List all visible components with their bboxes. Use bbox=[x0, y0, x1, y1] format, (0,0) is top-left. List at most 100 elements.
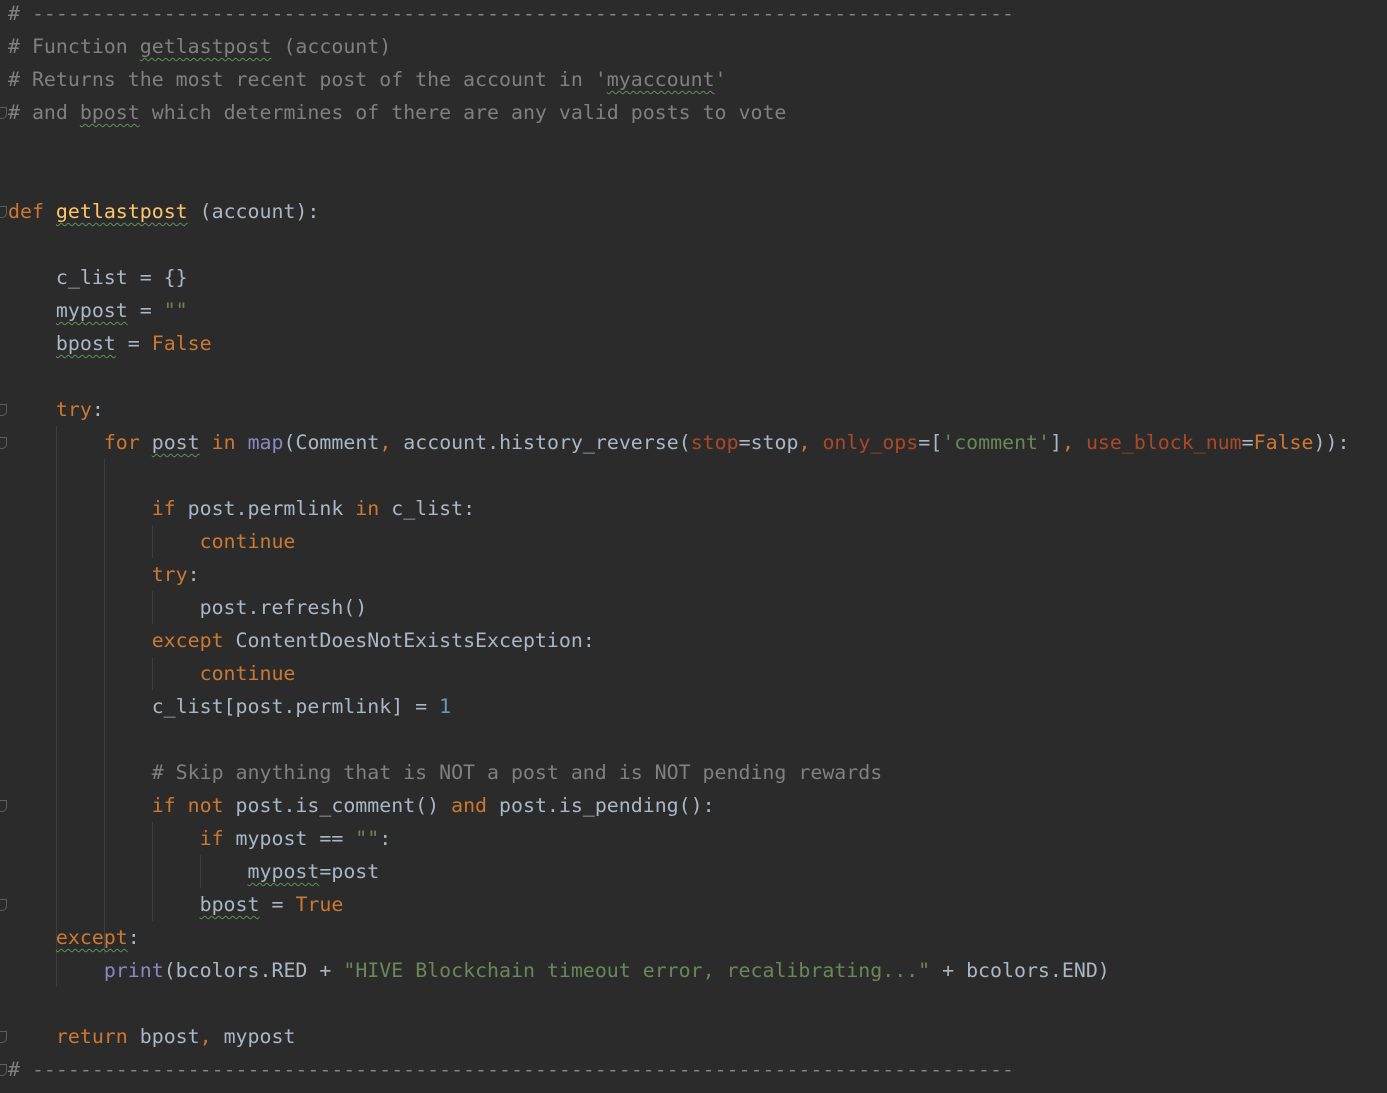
fold-marker-icon[interactable] bbox=[0, 206, 7, 218]
code-token: return bbox=[55, 1025, 128, 1048]
code-token: continue bbox=[199, 530, 296, 553]
code-token: in bbox=[211, 431, 236, 454]
code-token: account.history_reverse( bbox=[391, 431, 691, 454]
code-editor[interactable]: # --------------------------------------… bbox=[0, 0, 1387, 1093]
code-line[interactable]: except: bbox=[8, 921, 140, 954]
code-token: if bbox=[199, 827, 224, 850]
code-line[interactable]: mypost=post bbox=[8, 855, 380, 888]
code-token: : bbox=[379, 827, 392, 850]
code-line[interactable]: # Returns the most recent post of the ac… bbox=[8, 63, 727, 96]
code-line[interactable]: continue bbox=[8, 525, 296, 558]
code-token: bpost bbox=[55, 332, 116, 355]
code-line[interactable]: # --------------------------------------… bbox=[8, 0, 1014, 30]
code-token: mypost == bbox=[223, 827, 356, 850]
code-line[interactable]: if mypost == "": bbox=[8, 822, 392, 855]
code-line[interactable]: return bpost, mypost bbox=[8, 1020, 296, 1053]
code-token: bpost bbox=[199, 893, 260, 916]
code-token: (account): bbox=[187, 200, 320, 223]
code-line[interactable]: # --------------------------------------… bbox=[8, 1053, 1014, 1086]
code-line[interactable]: try: bbox=[8, 393, 104, 426]
code-token: except bbox=[151, 629, 224, 652]
code-token: + bcolors.END) bbox=[930, 959, 1110, 982]
code-token: = bbox=[115, 332, 152, 355]
code-line[interactable]: mypost = "" bbox=[8, 294, 188, 327]
code-token: : bbox=[91, 398, 104, 421]
code-line[interactable]: c_list = {} bbox=[8, 261, 188, 294]
code-token: not bbox=[187, 794, 224, 817]
code-token: # --------------------------------------… bbox=[8, 1058, 1014, 1081]
code-token: , bbox=[798, 431, 811, 454]
code-token: # Function bbox=[8, 35, 140, 58]
code-token: ContentDoesNotExistsException: bbox=[223, 629, 595, 652]
fold-marker-icon[interactable] bbox=[0, 107, 7, 119]
fold-marker-icon[interactable] bbox=[0, 899, 7, 911]
code-line[interactable]: print(bcolors.RED + "HIVE Blockchain tim… bbox=[8, 954, 1110, 987]
code-line[interactable]: continue bbox=[8, 657, 296, 690]
code-token: c_list: bbox=[379, 497, 476, 520]
code-token: c_list[post.permlink] = bbox=[8, 695, 440, 718]
code-token: , bbox=[199, 1025, 212, 1048]
code-line[interactable]: if not post.is_comment() and post.is_pen… bbox=[8, 789, 715, 822]
code-token: # Skip anything that is NOT a post and i… bbox=[151, 761, 883, 784]
code-token: ' bbox=[714, 68, 727, 91]
fold-marker-icon[interactable] bbox=[0, 1064, 7, 1076]
fold-marker-icon[interactable] bbox=[0, 437, 7, 449]
code-token: getlastpost bbox=[139, 35, 272, 58]
code-line[interactable]: if post.permlink in c_list: bbox=[8, 492, 475, 525]
code-token: print bbox=[103, 959, 164, 982]
code-token: in bbox=[355, 497, 380, 520]
fold-marker-icon[interactable] bbox=[0, 800, 7, 812]
code-line[interactable]: # Function getlastpost (account) bbox=[8, 30, 391, 63]
code-token: if bbox=[151, 497, 176, 520]
code-line[interactable]: post.refresh() bbox=[8, 591, 368, 624]
code-token: # --------------------------------------… bbox=[8, 2, 1014, 25]
code-line[interactable]: c_list[post.permlink] = 1 bbox=[8, 690, 451, 723]
code-token: post.permlink bbox=[175, 497, 356, 520]
code-line[interactable]: except ContentDoesNotExistsException: bbox=[8, 624, 595, 657]
code-token: mypost bbox=[247, 860, 320, 883]
code-token: True bbox=[295, 893, 344, 916]
code-token: try bbox=[55, 398, 92, 421]
code-token: (account) bbox=[271, 35, 392, 58]
code-token: myaccount bbox=[606, 68, 715, 91]
code-token: , bbox=[379, 431, 392, 454]
fold-marker-icon[interactable] bbox=[0, 404, 7, 416]
code-line[interactable]: for post in map(Comment, account.history… bbox=[8, 426, 1350, 459]
code-token: : bbox=[187, 563, 200, 586]
fold-marker-icon[interactable] bbox=[0, 1031, 7, 1043]
code-line[interactable]: try: bbox=[8, 558, 200, 591]
code-token: = bbox=[127, 299, 164, 322]
code-line[interactable]: # and bpost which determines of there ar… bbox=[8, 96, 786, 129]
code-token: , bbox=[1061, 431, 1074, 454]
code-token: =[ bbox=[918, 431, 943, 454]
code-token: =post bbox=[319, 860, 380, 883]
code-line[interactable]: bpost = False bbox=[8, 327, 212, 360]
code-line[interactable]: bpost = True bbox=[8, 888, 344, 921]
code-token: use_block_num bbox=[1085, 431, 1242, 454]
code-token: continue bbox=[199, 662, 296, 685]
code-token: map bbox=[247, 431, 284, 454]
code-token: # and bbox=[8, 101, 80, 124]
code-token: bpost bbox=[79, 101, 140, 124]
code-line[interactable]: # Skip anything that is NOT a post and i… bbox=[8, 756, 883, 789]
code-token: c_list = {} bbox=[8, 266, 188, 289]
code-line[interactable]: def getlastpost (account): bbox=[8, 195, 319, 228]
code-token: (Comment bbox=[283, 431, 380, 454]
